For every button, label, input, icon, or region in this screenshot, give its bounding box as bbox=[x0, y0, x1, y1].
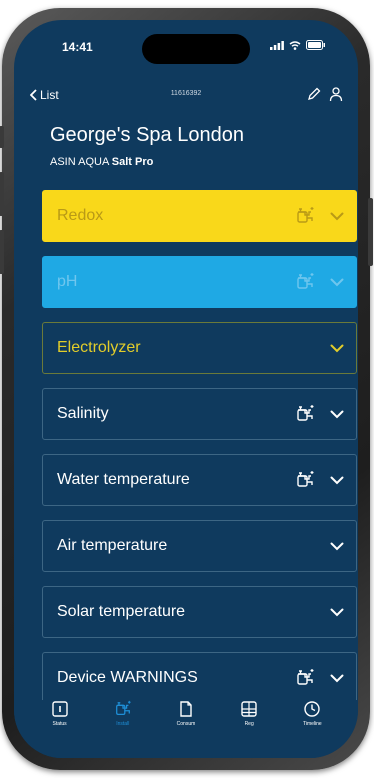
signal-icon bbox=[270, 40, 284, 50]
parameter-card-label: pH bbox=[57, 273, 78, 290]
tab-label: Timeline bbox=[302, 721, 322, 727]
parameter-card-label: Electrolyzer bbox=[57, 339, 141, 356]
tab-label: Reg bbox=[244, 721, 254, 727]
screen: 14:41 List 11616392 George's Spa London … bbox=[14, 20, 358, 758]
parameter-card[interactable]: Redox bbox=[42, 190, 357, 242]
tab-label: Install bbox=[116, 721, 130, 727]
pump-icon bbox=[297, 405, 314, 421]
device-model-name: Salt Pro bbox=[111, 156, 154, 168]
pump-icon bbox=[297, 207, 314, 223]
navigation-bar: List 11616392 bbox=[14, 84, 358, 108]
document-icon bbox=[180, 701, 192, 717]
expand-toggle[interactable] bbox=[330, 674, 344, 683]
grid-icon bbox=[241, 701, 257, 717]
parameter-card[interactable]: Solar temperature bbox=[42, 586, 357, 638]
parameter-card[interactable]: Water temperature bbox=[42, 454, 357, 506]
status-icons bbox=[270, 40, 326, 50]
parameter-card-label: Water temperature bbox=[57, 471, 190, 488]
parameter-card[interactable]: pH bbox=[42, 256, 357, 308]
parameter-card[interactable]: Electrolyzer bbox=[42, 322, 357, 374]
parameter-card-label: Device WARNINGS bbox=[57, 669, 198, 686]
status-icon bbox=[51, 701, 68, 717]
chevron-down-icon bbox=[330, 344, 344, 352]
dynamic-island bbox=[142, 34, 250, 64]
chevron-down-icon bbox=[330, 608, 344, 616]
parameter-list: Redox pH Electrolyzer Salinity Water tem… bbox=[42, 190, 357, 718]
pump-icon bbox=[297, 471, 314, 487]
expand-toggle[interactable] bbox=[330, 542, 344, 551]
pump-icon-wrapper bbox=[294, 668, 316, 688]
pump-icon-wrapper bbox=[294, 206, 316, 226]
status-time: 14:41 bbox=[62, 40, 93, 54]
pump-icon bbox=[297, 669, 314, 685]
expand-toggle[interactable] bbox=[330, 476, 344, 485]
tab-timeline[interactable]: Timeline bbox=[287, 700, 337, 758]
tab-consum[interactable]: Consum bbox=[161, 700, 211, 758]
parameter-card-label: Redox bbox=[57, 207, 104, 224]
parameter-card[interactable]: Salinity bbox=[42, 388, 357, 440]
tab-status[interactable]: Status bbox=[35, 700, 85, 758]
tab-reg[interactable]: Reg bbox=[224, 700, 274, 758]
chevron-down-icon bbox=[330, 476, 344, 484]
device-model: ASIN AQUA Salt Pro bbox=[50, 156, 153, 168]
tab-bar: Status Install Consum Reg Timeline bbox=[14, 700, 358, 758]
clock-icon bbox=[304, 701, 321, 717]
tab-install[interactable]: Install bbox=[98, 700, 148, 758]
pencil-icon[interactable] bbox=[306, 86, 322, 102]
nav-actions bbox=[306, 86, 344, 102]
expand-toggle[interactable] bbox=[330, 608, 344, 617]
pump-icon bbox=[297, 273, 314, 289]
status-bar: 14:41 bbox=[14, 20, 358, 70]
page-title: George's Spa London bbox=[50, 124, 244, 146]
action-button bbox=[0, 126, 4, 148]
expand-toggle[interactable] bbox=[330, 344, 344, 353]
volume-down-button bbox=[0, 230, 4, 274]
chevron-down-icon bbox=[330, 278, 344, 286]
pump-icon-wrapper bbox=[294, 272, 316, 292]
tab-label: Consum bbox=[176, 721, 196, 727]
tab-label: Status bbox=[52, 721, 67, 727]
pump-icon-wrapper bbox=[294, 470, 316, 490]
device-model-brand: ASIN AQUA bbox=[50, 156, 112, 168]
volume-up-button bbox=[0, 172, 4, 216]
pump-icon bbox=[115, 700, 131, 716]
chevron-down-icon bbox=[330, 542, 344, 550]
power-button bbox=[368, 198, 373, 266]
person-icon[interactable] bbox=[328, 86, 344, 102]
expand-toggle[interactable] bbox=[330, 212, 344, 221]
expand-toggle[interactable] bbox=[330, 410, 344, 419]
pump-icon-wrapper bbox=[294, 404, 316, 424]
phone-frame: 14:41 List 11616392 George's Spa London … bbox=[0, 8, 373, 770]
wifi-icon bbox=[289, 40, 301, 50]
parameter-card[interactable]: Air temperature bbox=[42, 520, 357, 572]
parameter-card-label: Salinity bbox=[57, 405, 109, 422]
parameter-card-label: Solar temperature bbox=[57, 603, 186, 620]
expand-toggle[interactable] bbox=[330, 278, 344, 287]
battery-icon bbox=[306, 40, 325, 50]
chevron-down-icon bbox=[330, 410, 344, 418]
parameter-card-label: Air temperature bbox=[57, 537, 168, 554]
chevron-down-icon bbox=[330, 212, 344, 220]
parameter-card[interactable]: Device WARNINGS bbox=[42, 652, 357, 704]
chevron-down-icon bbox=[330, 674, 344, 682]
